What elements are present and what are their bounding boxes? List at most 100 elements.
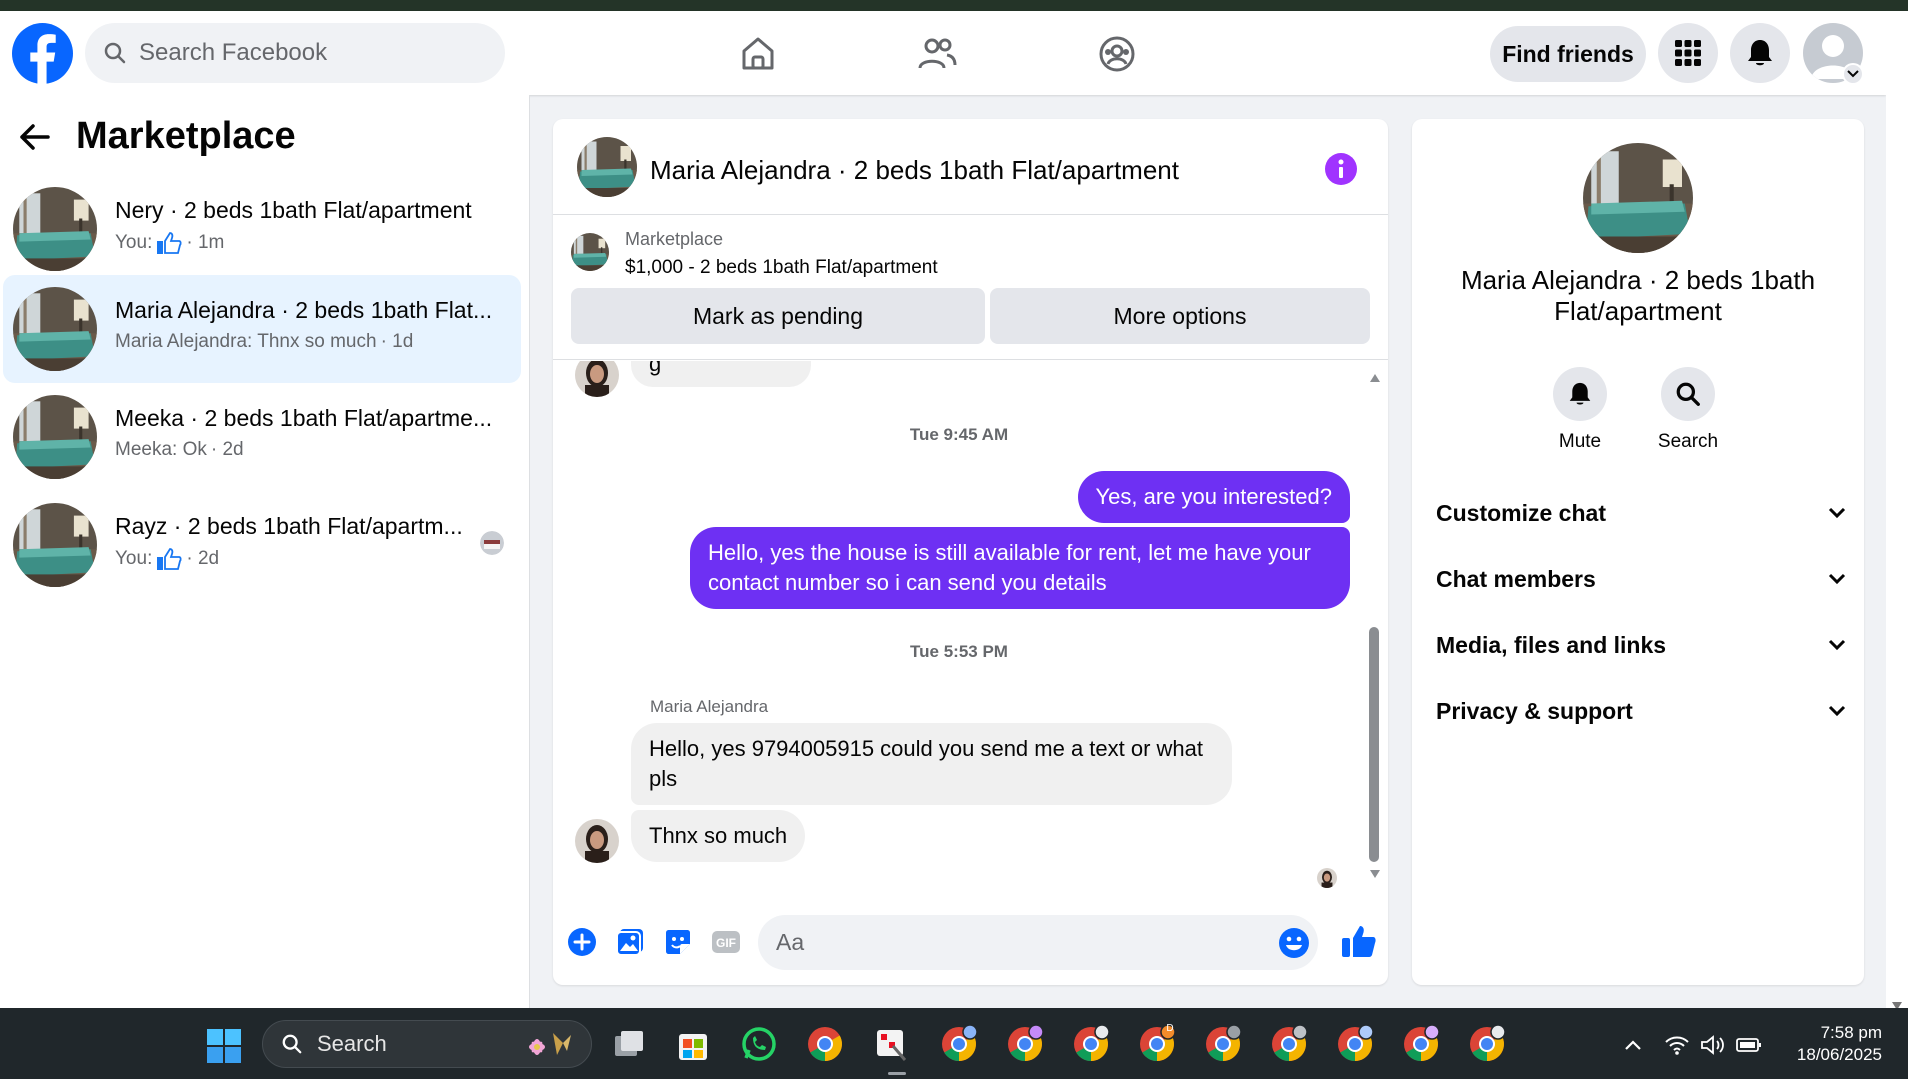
home-nav-button[interactable] [733, 29, 783, 79]
search-icon [1676, 382, 1700, 406]
conversation-item[interactable]: Meeka · 2 beds 1bath Flat/apartme... Mee… [0, 383, 518, 491]
chrome-profile-icon[interactable] [1005, 1024, 1045, 1064]
listing-thumbnail [13, 287, 97, 371]
search-input[interactable] [139, 39, 499, 67]
thumbs-up-icon [1342, 926, 1376, 957]
mark-as-pending-button[interactable]: Mark as pending [571, 288, 985, 344]
gif-icon: GIF [712, 931, 740, 953]
friends-nav-button[interactable] [912, 29, 962, 79]
chrome-profile-icon[interactable] [1401, 1024, 1441, 1064]
chrome-profile-icon[interactable] [1071, 1024, 1111, 1064]
conversation-title: Maria Alejandra · 2 beds 1bath Flat... [115, 297, 493, 323]
chat-listing-thumbnail[interactable] [577, 137, 637, 197]
search-icon [104, 42, 126, 64]
chrome-profile-icon[interactable] [939, 1024, 979, 1064]
sticker-button[interactable] [661, 925, 695, 959]
message-bubble-outgoing: Hello, yes the house is still available … [690, 527, 1350, 609]
battery-icon[interactable] [1736, 1034, 1762, 1056]
taskbar-search[interactable]: Search [262, 1020, 592, 1068]
groups-nav-button[interactable] [1092, 29, 1142, 79]
account-caret[interactable] [1842, 63, 1864, 85]
chrome-profile-icon[interactable] [1467, 1024, 1507, 1064]
scroll-up-arrow-icon[interactable] [1369, 373, 1381, 383]
conversation-item[interactable]: Nery · 2 beds 1bath Flat/apartment You: … [0, 175, 518, 283]
friends-icon [918, 38, 957, 69]
details-listing-thumbnail[interactable] [1583, 143, 1693, 253]
wifi-icon[interactable] [1664, 1034, 1690, 1056]
chrome-profile-icon[interactable] [1203, 1024, 1243, 1064]
taskbar-search-label: Search [317, 1031, 387, 1056]
emoji-icon[interactable] [1278, 927, 1310, 959]
message-composer: GIF [553, 901, 1388, 985]
system-clock[interactable]: 7:58 pm 18/06/2025 [1786, 1022, 1882, 1066]
back-arrow-icon[interactable] [20, 123, 50, 150]
page-scrollbar[interactable] [1886, 11, 1908, 1010]
volume-icon[interactable] [1700, 1034, 1726, 1056]
conversation-item-active[interactable]: Maria Alejandra · 2 beds 1bath Flat... M… [3, 275, 521, 383]
menu-button[interactable] [1658, 23, 1718, 83]
sender-avatar [575, 819, 619, 863]
whatsapp-icon[interactable] [739, 1024, 779, 1064]
conversation-item[interactable]: Rayz · 2 beds 1bath Flat/apartm... You: … [0, 491, 518, 599]
chat-info-button[interactable] [1325, 153, 1357, 185]
task-view-icon[interactable] [609, 1024, 649, 1064]
chrome-profile-icon[interactable] [1269, 1024, 1309, 1064]
chevron-down-icon [1847, 70, 1859, 78]
clock-date: 18/06/2025 [1796, 1045, 1882, 1064]
windows-start-icon[interactable] [206, 1028, 242, 1064]
show-hidden-icons-chevron-icon[interactable] [1620, 1034, 1646, 1056]
facebook-logo-icon[interactable] [12, 23, 73, 84]
attach-photo-button[interactable] [613, 925, 647, 959]
chevron-down-icon [1828, 705, 1846, 717]
media-files-links-row[interactable]: Media, files and links [1436, 625, 1846, 665]
mute-button[interactable]: Mute [1540, 367, 1620, 453]
gif-button[interactable]: GIF [709, 925, 743, 959]
message-input-field[interactable] [758, 915, 1318, 970]
chat-title[interactable]: Maria Alejandra · 2 beds 1bath Flat/apar… [650, 155, 1179, 186]
snippet-text: Meeka: Ok [115, 439, 207, 460]
chrome-profile-icon[interactable] [1335, 1024, 1375, 1064]
privacy-support-row[interactable]: Privacy & support [1436, 691, 1846, 731]
marketplace-label: Marketplace [625, 229, 724, 249]
message-bubble-outgoing: Yes, are you interested? [1077, 471, 1350, 523]
microsoft-store-icon[interactable] [673, 1024, 713, 1064]
conversation-snippet: You: · 2d [115, 547, 219, 571]
facebook-search-box[interactable] [85, 23, 505, 83]
snippet-text: Maria Alejandra: Thnx so much [115, 331, 377, 352]
find-friends-button[interactable]: Find friends [1490, 26, 1646, 82]
notifications-button[interactable] [1730, 23, 1790, 83]
marketplace-header: Marketplace [20, 115, 296, 158]
listing-thumbnail [13, 187, 97, 271]
row-label: Customize chat [1436, 499, 1606, 526]
conversation-title: Rayz · 2 beds 1bath Flat/apartm... [115, 513, 463, 539]
snipping-tool-icon[interactable] [871, 1024, 911, 1064]
send-like-button[interactable] [1339, 921, 1379, 961]
chrome-icon[interactable] [805, 1024, 845, 1064]
listing-price-title[interactable]: $1,000 - 2 beds 1bath Flat/apartment [625, 257, 938, 279]
timestamp: Tue 5:53 PM [910, 642, 1008, 661]
details-conversation-name: Maria Alejandra · 2 beds 1bath Flat/apar… [1460, 265, 1816, 326]
message-input[interactable] [776, 929, 1256, 956]
more-options-button[interactable]: More options [990, 288, 1370, 344]
chat-members-row[interactable]: Chat members [1436, 559, 1846, 599]
snippet-time: · 2d [210, 439, 244, 460]
message-thread: g Tue 9:45 AM Yes, are you interested? H… [553, 361, 1388, 901]
sender-avatar [575, 361, 619, 397]
search-in-conversation-button[interactable]: Search [1648, 367, 1728, 453]
search-highlight-flower-icon [529, 1033, 571, 1055]
chat-header: Maria Alejandra · 2 beds 1bath Flat/apar… [553, 119, 1388, 215]
listing-thumbnail [13, 503, 97, 587]
windows-taskbar: Search D 7:58 pm 18/06/2025 [0, 1008, 1908, 1079]
chat-scroll-thumb[interactable] [1369, 627, 1379, 862]
mute-label: Mute [1558, 431, 1602, 452]
sender-name: Maria Alejandra [650, 697, 769, 716]
scroll-down-arrow-icon[interactable] [1369, 869, 1381, 879]
row-label: Media, files and links [1436, 631, 1667, 658]
app-running-indicator [888, 1072, 906, 1075]
apps-grid-icon [1675, 40, 1701, 66]
page-title: Marketplace [76, 115, 296, 157]
bell-icon [1569, 382, 1591, 405]
more-actions-button[interactable] [565, 925, 599, 959]
listing-mini-thumbnail[interactable] [571, 233, 609, 271]
customize-chat-row[interactable]: Customize chat [1436, 493, 1846, 533]
